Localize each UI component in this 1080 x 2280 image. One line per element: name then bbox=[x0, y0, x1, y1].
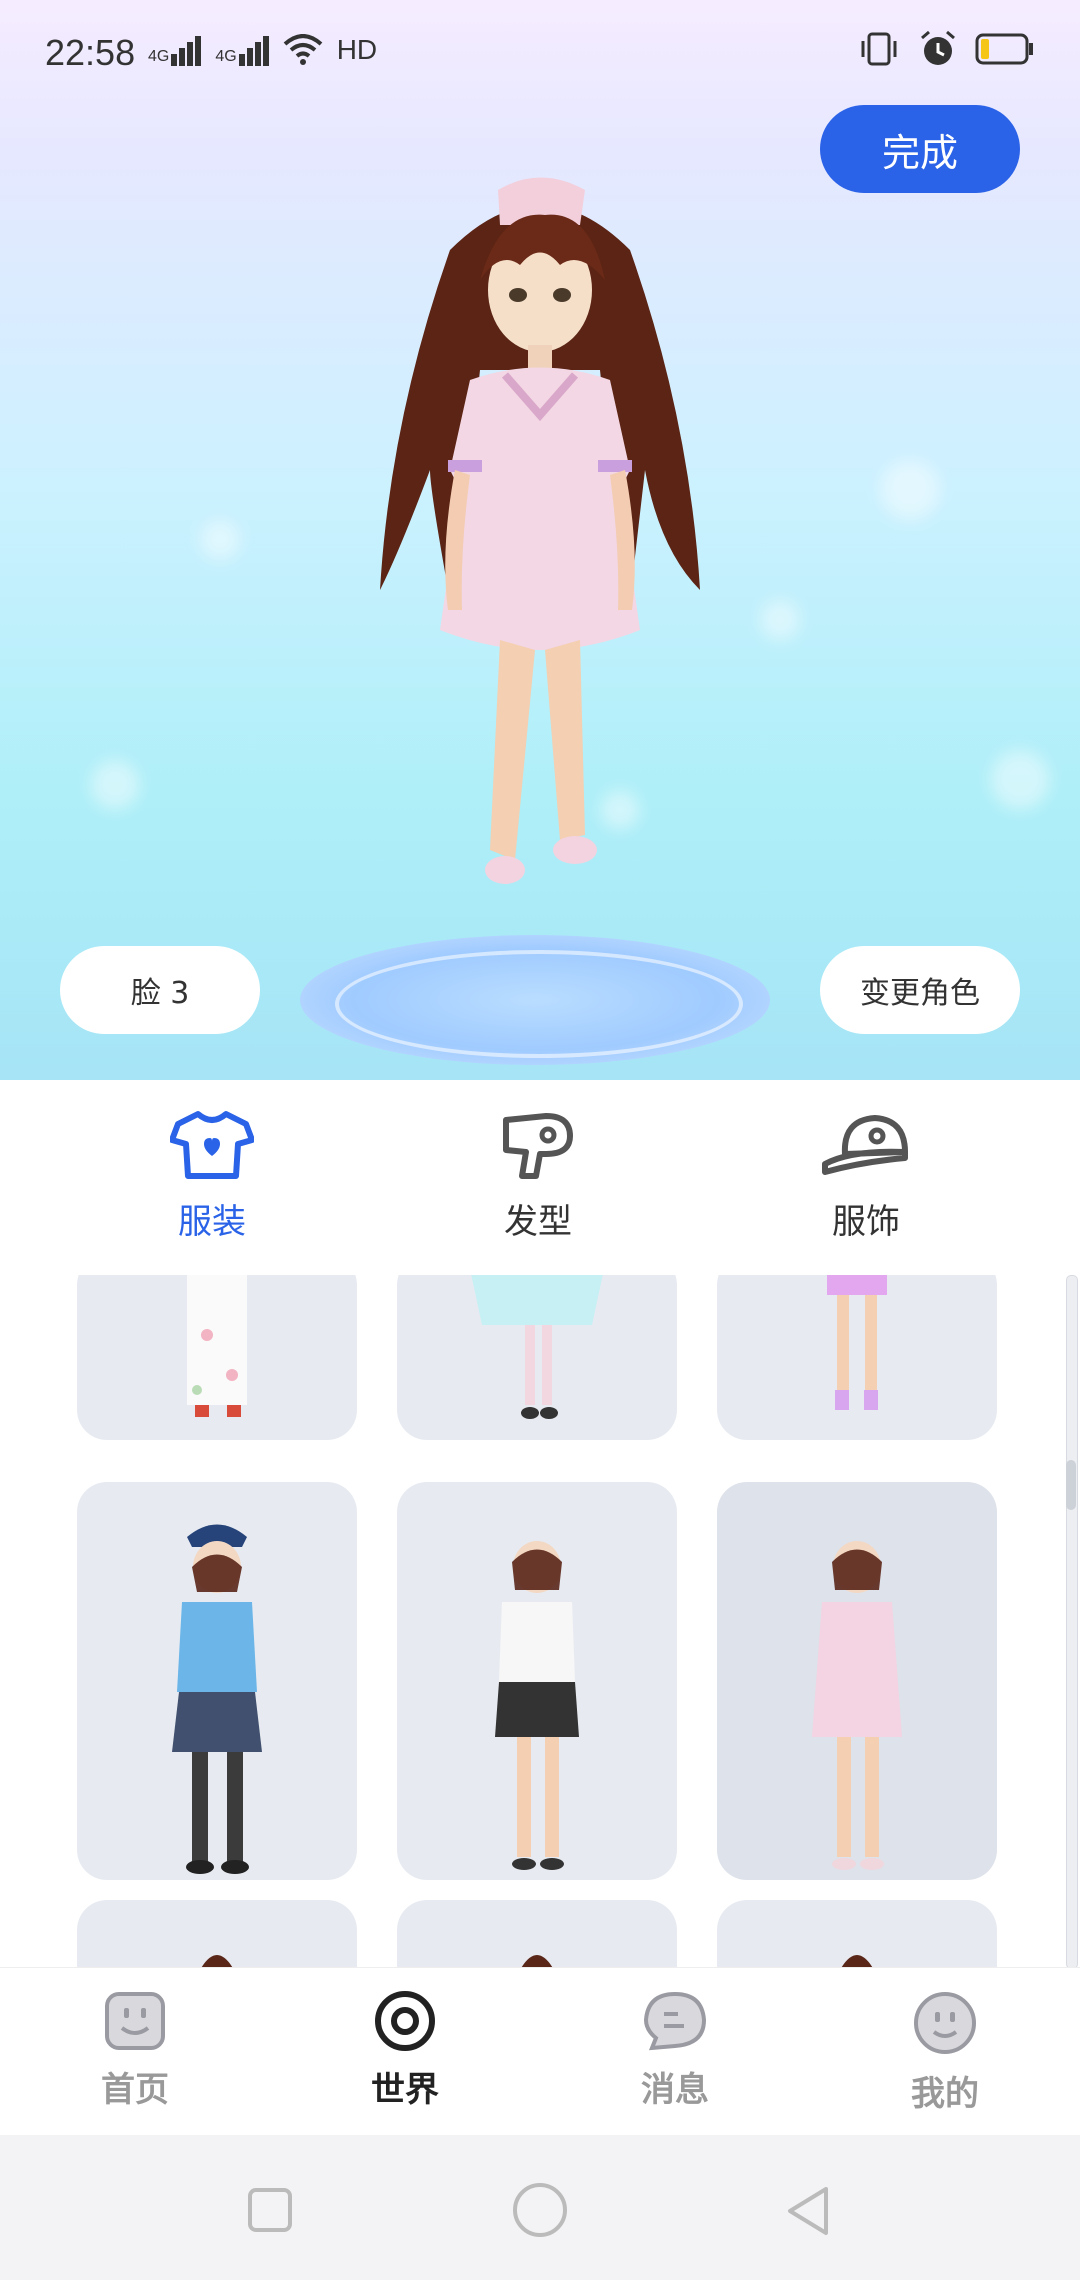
nav-messages-label: 消息 bbox=[641, 2070, 709, 2110]
outfit-card[interactable] bbox=[77, 1275, 357, 1440]
outfit-police-thumbnail bbox=[172, 1524, 262, 1874]
status-right-icons bbox=[857, 30, 1035, 68]
tshirt-icon bbox=[169, 1111, 255, 1179]
done-button[interactable]: 完成 bbox=[820, 105, 1020, 193]
bokeh-light bbox=[90, 760, 140, 810]
outfit-card[interactable] bbox=[77, 1482, 357, 1880]
cap-icon bbox=[822, 1115, 908, 1175]
outfit-kimono-thumbnail bbox=[187, 1275, 247, 1417]
hd-label: HD bbox=[336, 34, 378, 65]
outfit-card[interactable] bbox=[397, 1900, 677, 1967]
nav-home-label: 首页 bbox=[101, 2070, 169, 2110]
face-selector-button[interactable]: 脸 3 bbox=[60, 946, 260, 1034]
nav-home[interactable]: 首页 bbox=[55, 1990, 215, 2111]
outfit-thumbnail bbox=[521, 1955, 553, 1967]
character-model[interactable] bbox=[330, 170, 750, 1020]
outfit-card[interactable] bbox=[717, 1275, 997, 1440]
vibrate-icon bbox=[861, 32, 897, 66]
tab-accessories-label: 服饰 bbox=[832, 1202, 900, 1242]
world-ring-icon bbox=[375, 1991, 435, 2051]
change-role-button[interactable]: 变更角色 bbox=[820, 946, 1020, 1034]
status-time: 22:58 bbox=[45, 32, 136, 73]
outfit-card[interactable] bbox=[397, 1482, 677, 1880]
outfit-card-selected[interactable] bbox=[717, 1482, 997, 1880]
bokeh-light bbox=[760, 600, 800, 640]
tab-clothing[interactable]: 服装 bbox=[112, 1110, 312, 1243]
battery-icon bbox=[975, 33, 1033, 65]
outfit-maid-thumbnail bbox=[471, 1275, 603, 1419]
outfit-card[interactable] bbox=[397, 1275, 677, 1440]
signal-type-label: 4G bbox=[215, 48, 237, 65]
tab-accessories[interactable]: 服饰 bbox=[766, 1110, 966, 1243]
grid-scrollbar-thumb[interactable] bbox=[1066, 1460, 1076, 1510]
tab-clothing-label: 服装 bbox=[178, 1202, 246, 1242]
system-navigation-bar bbox=[0, 2135, 1080, 2280]
nav-profile[interactable]: 我的 bbox=[865, 1990, 1025, 2115]
signal-type-label: 4G bbox=[148, 48, 170, 65]
outfit-card[interactable] bbox=[717, 1900, 997, 1967]
outfit-office-thumbnail bbox=[495, 1541, 579, 1870]
alarm-icon bbox=[921, 30, 955, 65]
nav-messages[interactable]: 消息 bbox=[595, 1990, 755, 2111]
wifi-icon bbox=[283, 34, 323, 65]
character-preview-stage[interactable]: 完成 脸 3 变更角色 bbox=[0, 0, 1080, 1080]
signal-icon: 4G bbox=[148, 36, 202, 66]
home-face-icon bbox=[105, 1992, 165, 2050]
profile-face-icon bbox=[914, 1992, 976, 2054]
hairdryer-icon bbox=[503, 1113, 573, 1179]
bokeh-light bbox=[200, 520, 240, 560]
message-bubble-icon bbox=[643, 1991, 707, 2051]
outfit-grid[interactable] bbox=[0, 1275, 1080, 1967]
bokeh-light bbox=[880, 460, 940, 520]
nav-world[interactable]: 世界 bbox=[325, 1990, 485, 2111]
network-indicators: 4G 4G HD bbox=[148, 34, 377, 66]
grid-scrollbar[interactable] bbox=[1066, 1275, 1078, 1969]
outfit-nurse-thumbnail bbox=[812, 1541, 902, 1870]
nav-profile-label: 我的 bbox=[911, 2074, 979, 2114]
outfit-thumbnail bbox=[841, 1955, 873, 1967]
outfit-card[interactable] bbox=[77, 1900, 357, 1967]
bokeh-light bbox=[990, 750, 1050, 810]
signal-icon: 4G bbox=[215, 36, 269, 66]
tab-hairstyle[interactable]: 发型 bbox=[438, 1110, 638, 1243]
recent-apps-icon[interactable] bbox=[245, 2185, 295, 2235]
tab-hairstyle-label: 发型 bbox=[504, 1202, 572, 1242]
nav-world-label: 世界 bbox=[371, 2070, 439, 2110]
status-bar: 22:58 4G 4G HD bbox=[0, 0, 1080, 100]
outfit-thumbnail bbox=[201, 1955, 233, 1967]
outfit-swimsuit-thumbnail bbox=[827, 1275, 887, 1410]
back-triangle-icon[interactable] bbox=[780, 2183, 836, 2239]
home-circle-icon[interactable] bbox=[510, 2180, 570, 2240]
